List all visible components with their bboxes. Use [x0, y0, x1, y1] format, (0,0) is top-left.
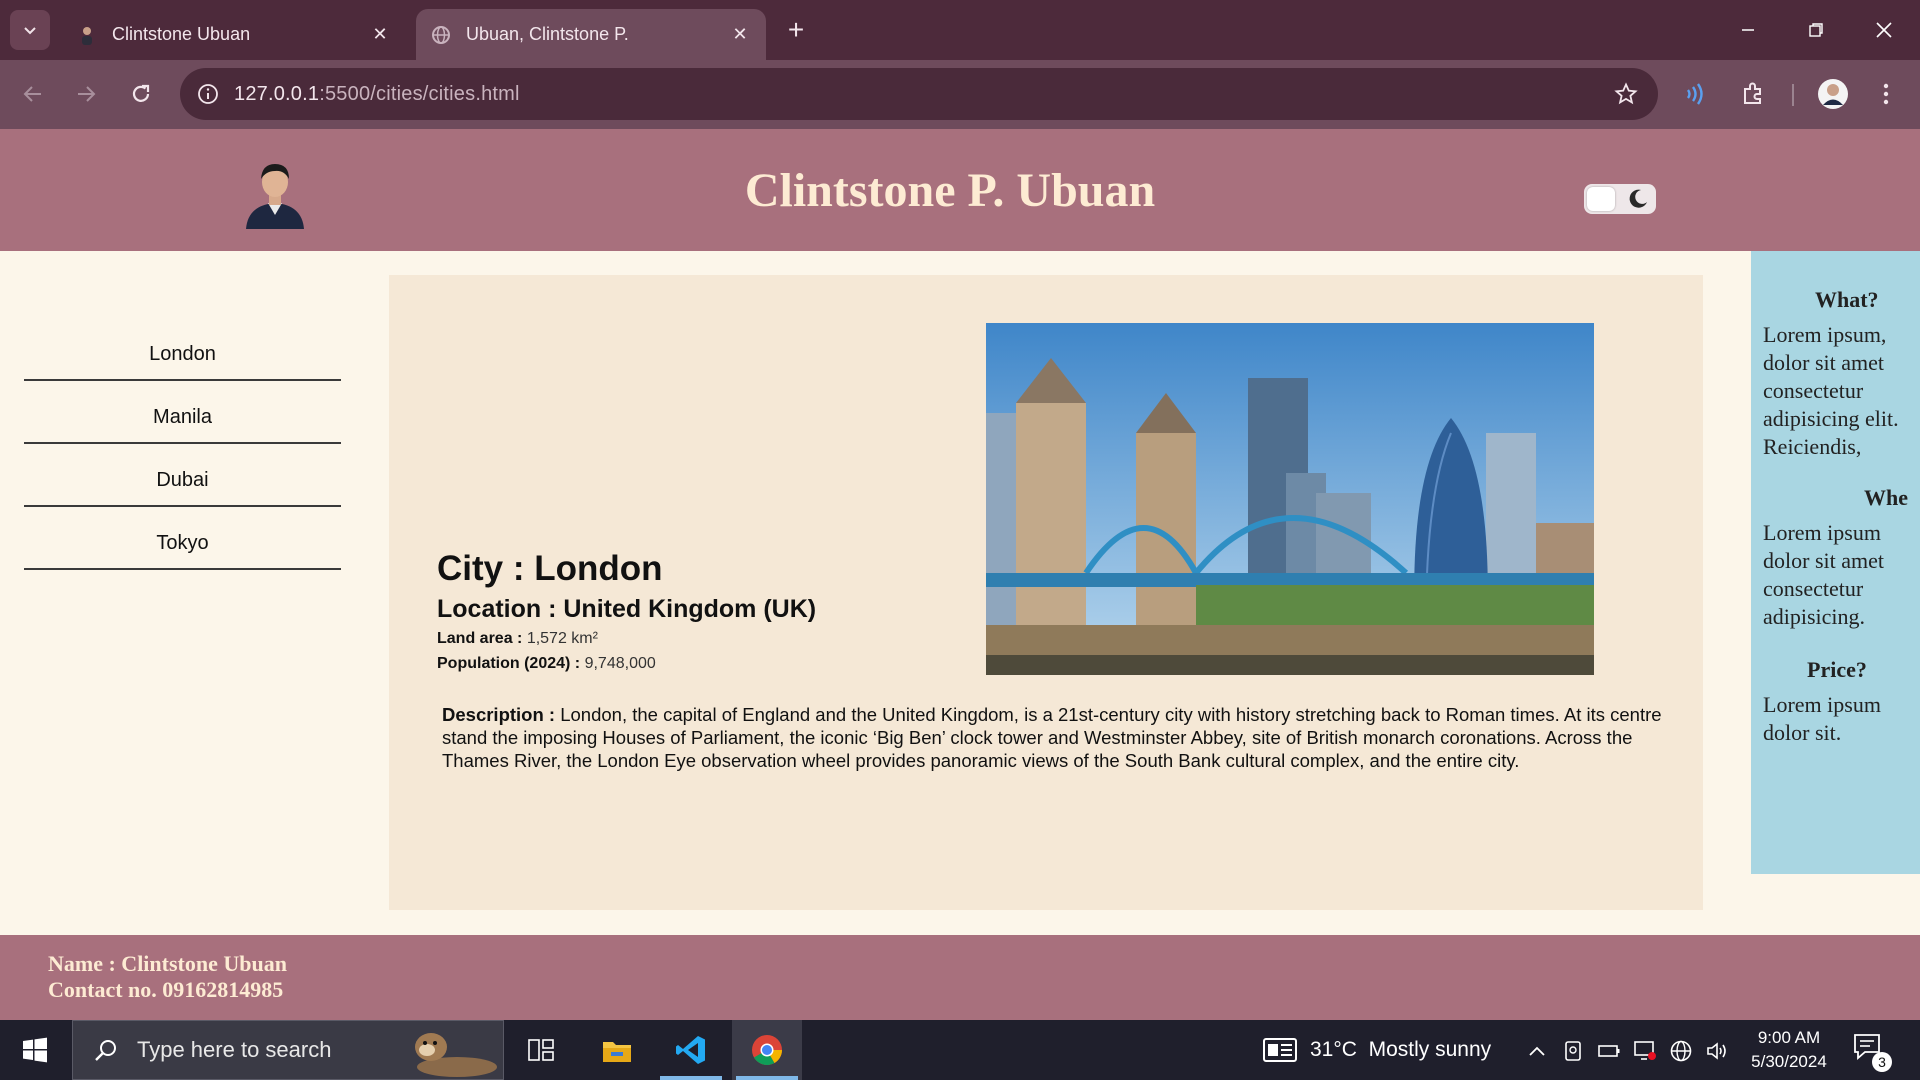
address-bar[interactable]: 127.0.0.1:5500/cities/cities.html	[180, 68, 1658, 120]
windows-taskbar: Type here to search 31°C Mostly sunny 9:…	[0, 1020, 1920, 1080]
notification-badge: 3	[1872, 1052, 1892, 1072]
task-view-icon[interactable]	[506, 1020, 576, 1080]
footer-contact: Contact no. 09162814985	[48, 977, 284, 1002]
site-footer: Name : Clintstone Ubuan Contact no. 0916…	[0, 935, 1920, 1020]
volume-icon[interactable]	[1704, 1038, 1730, 1064]
land-area: Land area : 1,572 km²	[437, 630, 598, 648]
profile-icon[interactable]	[1813, 74, 1853, 114]
tab-clintstone-ubuan[interactable]: Clintstone Ubuan ✕	[62, 9, 406, 60]
reload-icon[interactable]	[121, 74, 161, 114]
london-skyline-image	[986, 323, 1594, 675]
close-window-icon[interactable]	[1850, 0, 1918, 60]
where-heading: Whe	[1864, 485, 1908, 510]
sidebar-item-manila[interactable]: Manila	[24, 381, 341, 444]
new-tab-icon[interactable]: +	[780, 14, 812, 46]
land-area-label: Land area :	[437, 630, 523, 647]
sidebar-item-london[interactable]: London	[24, 318, 341, 381]
price-heading: Price?	[1807, 657, 1867, 682]
weather-widget[interactable]: 31°C Mostly sunny	[1262, 1020, 1491, 1080]
taskbar-clock[interactable]: 9:00 AM 5/30/2024	[1738, 1026, 1840, 1074]
clock-date: 5/30/2024	[1751, 1052, 1827, 1071]
search-placeholder: Type here to search	[137, 1037, 332, 1062]
what-heading: What?	[1815, 287, 1879, 312]
display-alert-icon[interactable]	[1632, 1038, 1658, 1064]
population-label: Population (2024) :	[437, 655, 581, 672]
moon-icon	[1629, 189, 1647, 208]
close-tab-icon[interactable]: ✕	[728, 23, 752, 47]
weather-text: 31°C Mostly sunny	[1310, 1038, 1492, 1061]
tab-title: Clintstone Ubuan	[112, 24, 251, 44]
city-title: City : London	[437, 549, 663, 588]
info-aside: What? Lorem ipsum, dolor sit amet consec…	[1751, 251, 1920, 874]
otter-illustration-icon	[415, 1033, 497, 1077]
notification-center-icon[interactable]: 3	[1852, 1032, 1892, 1072]
price-text: Lorem ipsum dolor sit.	[1763, 692, 1881, 745]
sidebar-item-tokyo[interactable]: Tokyo	[24, 507, 341, 570]
site-header: Clintstone P. Ubuan	[0, 129, 1920, 251]
windows-start-icon[interactable]	[0, 1020, 70, 1080]
globe-icon	[430, 24, 452, 46]
forward-icon[interactable]	[66, 74, 106, 114]
population-value: 9,748,000	[584, 655, 656, 672]
dark-mode-toggle[interactable]	[1584, 184, 1656, 214]
city-card: City : London Location : United Kingdom …	[389, 275, 1703, 910]
file-explorer-icon[interactable]	[582, 1020, 652, 1080]
close-tab-icon[interactable]: ✕	[368, 23, 392, 47]
toolbar-divider	[1792, 84, 1794, 106]
site-info-icon[interactable]	[192, 78, 224, 110]
land-area-value: 1,572 km²	[526, 630, 598, 647]
clock-time: 9:00 AM	[1757, 1028, 1821, 1047]
vscode-icon[interactable]	[656, 1020, 726, 1080]
description-label: Description :	[442, 704, 556, 725]
restore-icon[interactable]	[1782, 0, 1850, 60]
taskbar-search-box[interactable]: Type here to search	[72, 1020, 504, 1080]
tab-title: Ubuan, Clintstone P.	[466, 24, 629, 44]
chevron-up-icon[interactable]	[1524, 1038, 1550, 1064]
minimize-icon[interactable]	[1714, 0, 1782, 60]
tab-list-button[interactable]	[10, 10, 50, 50]
browser-toolbar: 127.0.0.1:5500/cities/cities.html	[0, 60, 1920, 129]
chrome-icon[interactable]	[732, 1020, 802, 1080]
population: Population (2024) : 9,748,000	[437, 655, 656, 673]
network-globe-icon[interactable]	[1668, 1038, 1694, 1064]
battery-icon[interactable]	[1596, 1038, 1622, 1064]
bookmark-star-icon[interactable]	[1610, 78, 1642, 110]
description-text: London, the capital of England and the U…	[442, 704, 1662, 771]
toggle-knob	[1587, 187, 1615, 211]
weather-news-icon	[1263, 1038, 1297, 1062]
city-description: Description : London, the capital of Eng…	[442, 703, 1672, 772]
city-location: Location : United Kingdom (UK)	[437, 595, 817, 623]
search-icon	[91, 1035, 121, 1065]
profile-favicon-icon	[76, 24, 98, 46]
url-path: :5500/cities/cities.html	[319, 82, 520, 105]
chevron-down-icon	[24, 27, 36, 35]
menu-icon[interactable]	[1866, 74, 1906, 114]
extensions-icon[interactable]	[1733, 74, 1773, 114]
url-text[interactable]: 127.0.0.1:5500/cities/cities.html	[234, 83, 520, 106]
city-nav: London Manila Dubai Tokyo	[24, 318, 341, 570]
tab-ubuan-clintstone[interactable]: Ubuan, Clintstone P. ✕	[416, 9, 766, 60]
browser-tabstrip: Clintstone Ubuan ✕ Ubuan, Clintstone P. …	[0, 0, 1920, 60]
footer-name: Name : Clintstone Ubuan	[48, 951, 287, 976]
url-host: 127.0.0.1	[234, 82, 320, 105]
what-text: Lorem ipsum, dolor sit amet consectetur …	[1763, 322, 1899, 459]
where-text: Lorem ipsum dolor sit amet consectetur a…	[1763, 520, 1884, 629]
sidebar-item-dubai[interactable]: Dubai	[24, 444, 341, 507]
back-icon[interactable]	[13, 74, 53, 114]
meet-now-icon[interactable]	[1560, 1038, 1586, 1064]
read-aloud-icon[interactable]	[1677, 74, 1717, 114]
